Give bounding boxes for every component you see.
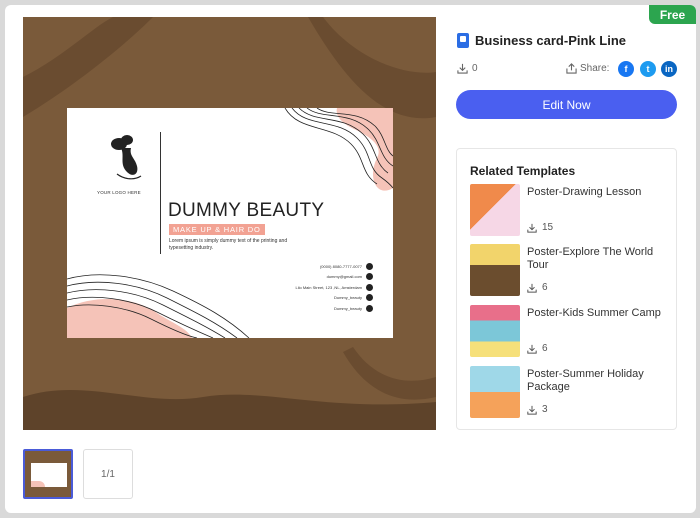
related-heading: Related Templates [470, 164, 576, 178]
template-title: Business card-Pink Line [475, 33, 626, 48]
instagram-icon [366, 294, 373, 302]
template-modal: Free YOUR LOGO HERE DUMMY BEAUTY MAKE UP… [5, 5, 696, 513]
contact-address: Lilo Main Street, 123 ,NL, Amsterdam [296, 282, 373, 293]
download-icon [527, 344, 537, 354]
contact-facebook: Dummy_beauty [296, 303, 373, 314]
logo-text: YOUR LOGO HERE [97, 190, 141, 195]
share-label: Share: [566, 63, 609, 74]
download-icon [457, 63, 468, 74]
download-icon [527, 283, 537, 293]
contact-phone: (0000) 8080-7777-0077 [296, 261, 373, 272]
download-icon [527, 223, 537, 233]
card-brand-name: DUMMY BEAUTY [168, 200, 325, 221]
stats-row: 0 Share: f t in [457, 61, 677, 78]
related-item-name[interactable]: Poster-Drawing Lesson [527, 186, 667, 199]
related-download-count: 6 [527, 343, 548, 354]
mail-icon [366, 273, 373, 281]
related-item[interactable]: Poster-Kids Summer Camp 6 [470, 305, 670, 357]
edit-now-button[interactable]: Edit Now [456, 90, 677, 119]
related-thumbnail[interactable] [470, 366, 520, 418]
related-download-count: 3 [527, 404, 548, 415]
related-item[interactable]: Poster-Drawing Lesson 15 [470, 184, 670, 236]
facebook-share-icon[interactable]: f [618, 61, 634, 77]
related-item-name[interactable]: Poster-Kids Summer Camp [527, 307, 667, 320]
related-item[interactable]: Poster-Explore The World Tour 6 [470, 244, 670, 296]
logo-icon [111, 135, 142, 180]
related-thumbnail[interactable] [470, 184, 520, 236]
related-item-name[interactable]: Poster-Explore The World Tour [527, 246, 667, 271]
download-count: 0 [457, 63, 478, 74]
card-description: Lorem ipsum is simply dummy text of the … [169, 238, 288, 251]
related-download-count: 6 [527, 282, 548, 293]
related-item-name[interactable]: Poster-Summer Holiday Package [527, 368, 667, 393]
page-indicator: 1/1 [83, 449, 133, 499]
facebook-icon [366, 304, 373, 312]
related-download-count: 15 [527, 222, 553, 233]
free-badge: Free [649, 5, 696, 24]
template-preview: YOUR LOGO HERE DUMMY BEAUTY MAKE UP & HA… [23, 17, 436, 430]
card-divider [160, 132, 161, 254]
document-icon [457, 33, 469, 48]
share-icon [566, 63, 577, 74]
download-icon [527, 405, 537, 415]
template-title-row: Business card-Pink Line [457, 33, 626, 48]
related-templates: Related Templates Poster-Drawing Lesson … [456, 148, 677, 430]
linkedin-share-icon[interactable]: in [661, 61, 677, 77]
contact-instagram: Dummy_beauty [296, 293, 373, 304]
twitter-share-icon[interactable]: t [640, 61, 656, 77]
location-icon [366, 283, 373, 291]
card-contacts: (0000) 8080-7777-0077 dummy@gmail.com Li… [296, 261, 373, 314]
page-thumbnail-1[interactable] [23, 449, 73, 499]
related-thumbnail[interactable] [470, 305, 520, 357]
card-tagline: MAKE UP & HAIR DO [169, 224, 265, 235]
phone-icon [366, 262, 373, 270]
business-card[interactable]: YOUR LOGO HERE DUMMY BEAUTY MAKE UP & HA… [67, 108, 393, 338]
related-thumbnail[interactable] [470, 244, 520, 296]
related-item[interactable]: Poster-Summer Holiday Package 3 [470, 366, 670, 418]
contact-email: dummy@gmail.com [296, 272, 373, 283]
